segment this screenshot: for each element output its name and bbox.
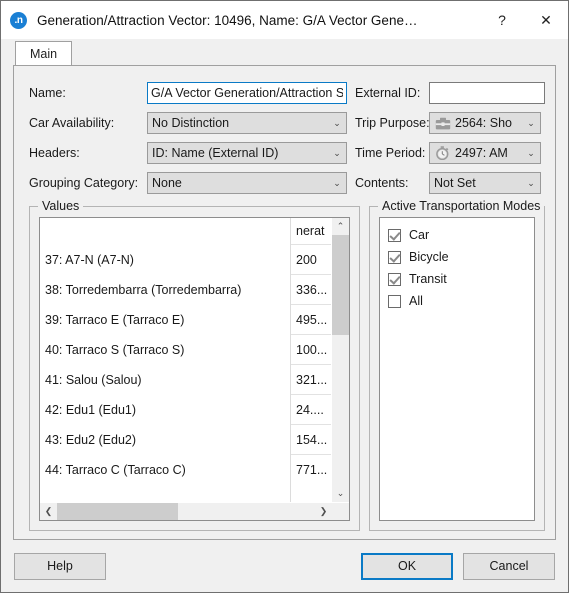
label-headers: Headers: — [29, 146, 80, 160]
grouping-category-value: None — [152, 176, 182, 190]
table-cell-value[interactable]: 321... — [291, 364, 331, 394]
column-header-name[interactable] — [40, 218, 290, 244]
table-cell-value[interactable]: 100... — [291, 334, 331, 364]
table-row[interactable]: 39: Tarraco E (Tarraco E) — [40, 304, 290, 334]
table-cell-value[interactable]: 336... — [291, 274, 331, 304]
scroll-right-icon[interactable]: ❯ — [315, 503, 332, 520]
label-external-id: External ID: — [355, 86, 421, 100]
tab-strip: Main — [1, 39, 568, 65]
horizontal-scroll-thumb[interactable] — [57, 503, 179, 520]
table-row[interactable]: 43: Edu2 (Edu2) — [40, 424, 290, 454]
table-row[interactable]: 38: Torredembarra (Torredembarra) — [40, 274, 290, 304]
table-cell-value[interactable]: 771... — [291, 454, 331, 484]
modes-group-title: Active Transportation Modes — [378, 199, 545, 213]
mode-label-bicycle: Bicycle — [409, 250, 449, 264]
panes-row: Values 37: A7-N (A7-N) 38: Torredembarra… — [24, 199, 545, 531]
values-list-body: 37: A7-N (A7-N) 38: Torredembarra (Torre… — [40, 218, 349, 502]
window-title: Generation/Attraction Vector: 10496, Nam… — [37, 12, 418, 28]
trip-purpose-select[interactable]: 2564: Sho ⌄ — [429, 112, 541, 134]
mode-item-all[interactable]: All — [380, 290, 534, 312]
checkbox-car[interactable] — [388, 228, 401, 242]
title-bar: .n Generation/Attraction Vector: 10496, … — [1, 1, 568, 39]
values-group-title: Values — [38, 199, 84, 213]
values-columns: 37: A7-N (A7-N) 38: Torredembarra (Torre… — [40, 218, 331, 502]
label-car-availability: Car Availability: — [29, 116, 115, 130]
time-period-select[interactable]: 2497: AM ⌄ — [429, 142, 541, 164]
values-name-column: 37: A7-N (A7-N) 38: Torredembarra (Torre… — [40, 218, 290, 502]
chevron-down-icon: ⌄ — [333, 178, 341, 188]
name-input[interactable] — [147, 82, 347, 104]
chevron-down-icon: ⌄ — [333, 118, 341, 128]
table-cell-value[interactable]: 154... — [291, 424, 331, 454]
form-grid: Name: External ID: Car Availability: No … — [24, 78, 545, 198]
table-cell-value[interactable]: 495... — [291, 304, 331, 334]
mode-item-car[interactable]: Car — [380, 224, 534, 246]
values-generation-column: nerat 200 336... 495... 100... 321... 24… — [290, 218, 331, 502]
label-contents: Contents: — [355, 176, 409, 190]
table-cell-value[interactable]: 24.... — [291, 394, 331, 424]
cancel-button[interactable]: Cancel — [463, 552, 555, 580]
contents-value: Not Set — [434, 176, 476, 190]
mode-label-car: Car — [409, 228, 430, 242]
grouping-category-select[interactable]: None ⌄ — [147, 172, 347, 194]
scroll-down-icon[interactable]: ⌄ — [332, 485, 349, 502]
mode-item-transit[interactable]: Transit — [380, 268, 534, 290]
table-row[interactable]: 42: Edu1 (Edu1) — [40, 394, 290, 424]
table-cell-value[interactable]: 200 — [291, 244, 331, 274]
vertical-scroll-track[interactable] — [332, 235, 349, 485]
briefcase-icon — [434, 116, 451, 131]
headers-value: ID: Name (External ID) — [152, 146, 279, 160]
vertical-scroll-thumb[interactable] — [332, 235, 349, 335]
label-time-period: Time Period: — [355, 146, 426, 160]
dialog-window: .n Generation/Attraction Vector: 10496, … — [0, 0, 569, 593]
time-period-value: 2497: AM — [455, 146, 508, 160]
checkbox-all[interactable] — [388, 294, 401, 308]
label-name: Name: — [29, 86, 66, 100]
mode-label-all: All — [409, 294, 423, 308]
table-row[interactable]: 37: A7-N (A7-N) — [40, 244, 290, 274]
values-vertical-scrollbar[interactable]: ⌃ ⌄ — [331, 218, 349, 502]
label-grouping-category: Grouping Category: — [29, 176, 139, 190]
active-transportation-modes-group: Active Transportation Modes Car Bicycle … — [369, 199, 545, 531]
values-horizontal-scrollbar[interactable]: ❮ ❯ — [40, 502, 349, 520]
scroll-left-icon[interactable]: ❮ — [40, 503, 57, 520]
table-row[interactable]: 41: Salou (Salou) — [40, 364, 290, 394]
label-trip-purpose: Trip Purpose: — [355, 116, 430, 130]
contents-select[interactable]: Not Set ⌄ — [429, 172, 541, 194]
mode-item-bicycle[interactable]: Bicycle — [380, 246, 534, 268]
headers-select[interactable]: ID: Name (External ID) ⌄ — [147, 142, 347, 164]
chevron-down-icon: ⌄ — [333, 148, 341, 158]
chevron-down-icon: ⌄ — [527, 148, 535, 158]
horizontal-scroll-track[interactable] — [57, 503, 315, 520]
column-header-generation[interactable]: nerat — [291, 218, 331, 244]
app-icon: .n — [10, 11, 27, 29]
stopwatch-icon — [434, 146, 451, 161]
chevron-down-icon: ⌄ — [527, 118, 535, 128]
chevron-down-icon: ⌄ — [527, 178, 535, 188]
ok-button[interactable]: OK — [361, 552, 453, 580]
table-row[interactable]: 40: Tarraco S (Tarraco S) — [40, 334, 290, 364]
table-row[interactable]: 44: Tarraco C (Tarraco C) — [40, 454, 290, 484]
scroll-up-icon[interactable]: ⌃ — [332, 218, 349, 235]
help-button[interactable]: Help — [14, 552, 106, 580]
checkbox-transit[interactable] — [388, 272, 401, 286]
tab-page-main: Name: External ID: Car Availability: No … — [13, 65, 556, 540]
values-list[interactable]: 37: A7-N (A7-N) 38: Torredembarra (Torre… — [39, 217, 350, 521]
car-availability-select[interactable]: No Distinction ⌄ — [147, 112, 347, 134]
help-titlebar-button[interactable]: ? — [480, 5, 524, 35]
mode-label-transit: Transit — [409, 272, 447, 286]
dialog-footer: Help OK Cancel — [1, 540, 568, 592]
car-availability-value: No Distinction — [152, 116, 230, 130]
modes-list[interactable]: Car Bicycle Transit All — [379, 217, 535, 521]
values-group: Values 37: A7-N (A7-N) 38: Torredembarra… — [29, 199, 360, 531]
tab-main[interactable]: Main — [15, 41, 73, 65]
checkbox-bicycle[interactable] — [388, 250, 401, 264]
external-id-input[interactable] — [429, 82, 545, 104]
scrollbar-corner — [332, 503, 349, 520]
trip-purpose-value: 2564: Sho — [455, 116, 512, 130]
close-icon[interactable]: ✕ — [524, 5, 568, 35]
